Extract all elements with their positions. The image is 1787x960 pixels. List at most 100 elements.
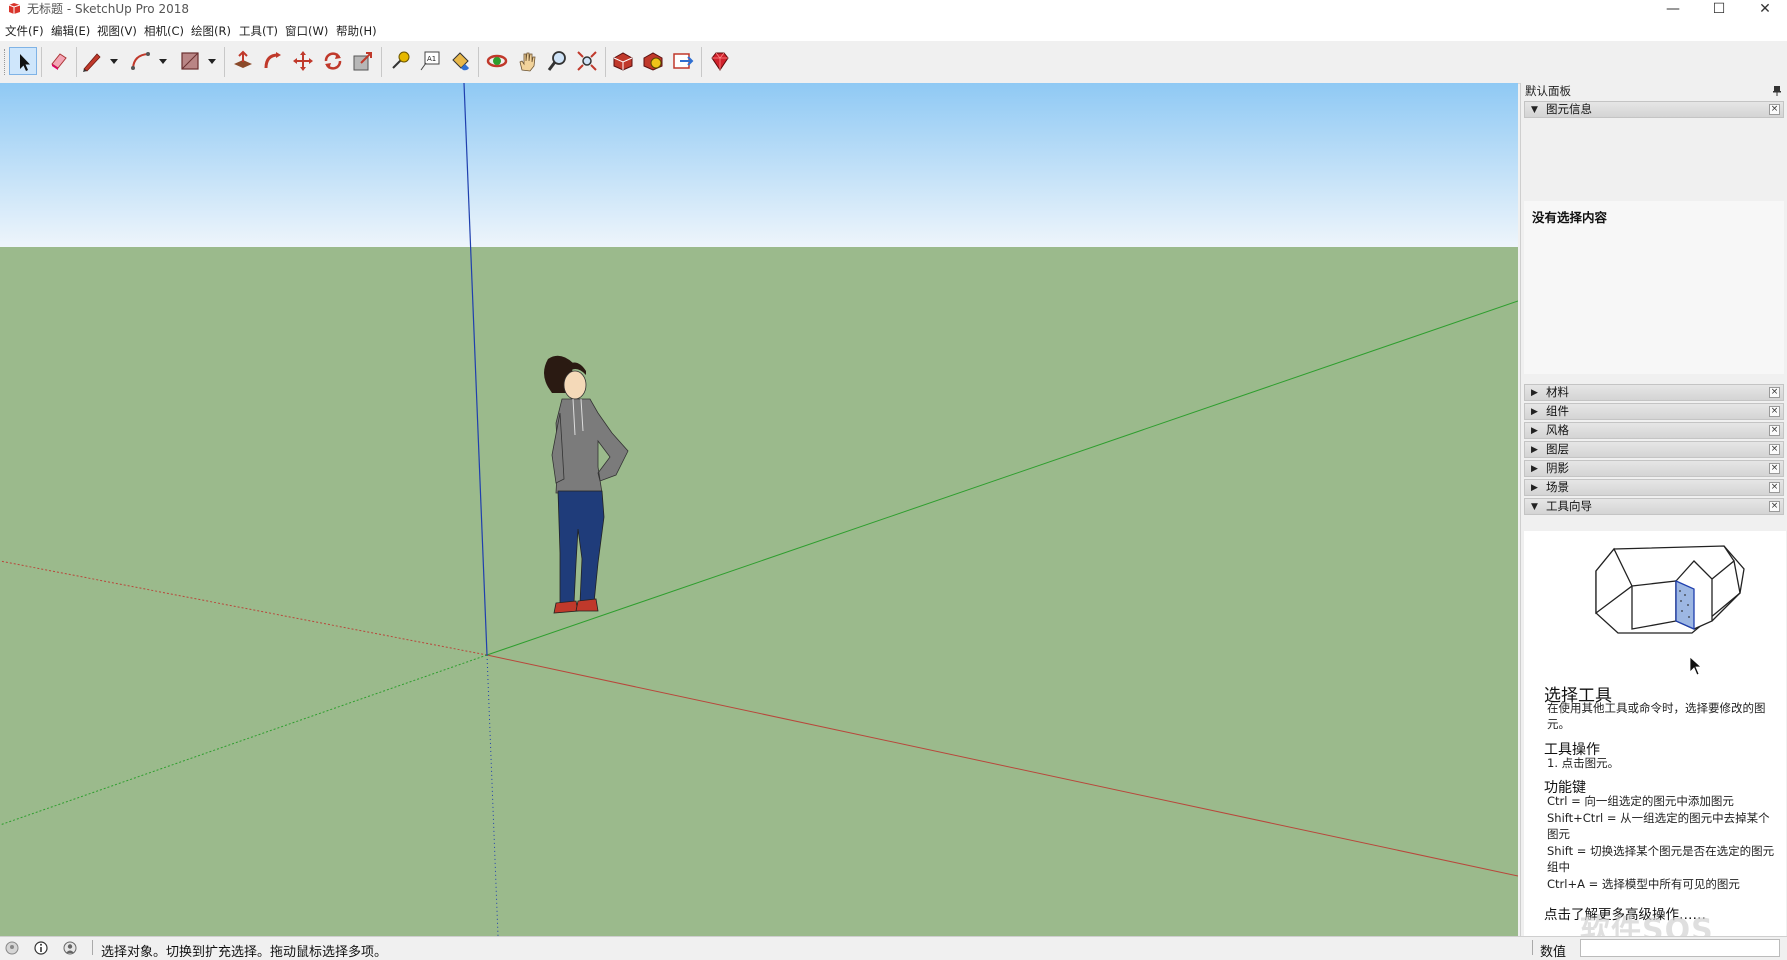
- arc-icon: [131, 52, 150, 70]
- expand-triangle-icon: ▶: [1531, 407, 1538, 417]
- toolbar-separator: [701, 47, 702, 77]
- close-icon[interactable]: ×: [1769, 501, 1780, 512]
- info-icon[interactable]: [34, 941, 48, 955]
- paint-bucket-icon: [452, 52, 469, 71]
- toolbar-separator: [381, 47, 382, 77]
- tape-measure-tool-button[interactable]: [386, 47, 414, 75]
- move-tool-button[interactable]: [289, 47, 317, 75]
- menu-file[interactable]: 文件(F): [5, 24, 44, 39]
- select-tool-button[interactable]: [9, 47, 37, 75]
- section-label: 工具向导: [1546, 499, 1592, 513]
- paint-bucket-tool-button[interactable]: [446, 47, 474, 75]
- section-label: 材料: [1546, 385, 1569, 399]
- rectangle-tool-button[interactable]: [176, 47, 204, 75]
- instructor-operation-step: 1. 点击图元。: [1547, 756, 1620, 770]
- move-arrows-icon: [293, 51, 313, 71]
- arc-tool-button[interactable]: [127, 47, 155, 75]
- entity-info-body: 没有选择内容: [1524, 201, 1784, 374]
- extension-manager-button[interactable]: [706, 47, 734, 75]
- minimize-button[interactable]: —: [1650, 0, 1696, 20]
- orbit-icon: [486, 54, 508, 68]
- ground-plane: [0, 247, 1518, 936]
- menu-tools[interactable]: 工具(T): [239, 24, 278, 39]
- instructor-key-shift: Shift = 切换选择某个图元是否在选定的图元组中: [1547, 844, 1775, 874]
- no-selection-text: 没有选择内容: [1532, 210, 1608, 225]
- send-to-layout-button[interactable]: [669, 47, 697, 75]
- model-viewport[interactable]: [0, 83, 1518, 936]
- follow-me-icon: [264, 52, 281, 69]
- close-window-button[interactable]: ✕: [1742, 0, 1787, 20]
- pan-tool-button[interactable]: [513, 47, 541, 75]
- eraser-icon: [51, 53, 67, 70]
- toolbar-separator: [224, 47, 225, 77]
- eraser-tool-button[interactable]: [45, 47, 73, 75]
- svg-text:A1: A1: [427, 55, 436, 63]
- section-styles-header[interactable]: ▶ 风格 ×: [1524, 422, 1784, 439]
- text-tool-button[interactable]: A1: [416, 47, 444, 75]
- line-dropdown-chevron-icon[interactable]: [109, 56, 119, 66]
- menu-camera[interactable]: 相机(C): [144, 24, 184, 39]
- menu-help[interactable]: 帮助(H): [336, 24, 377, 39]
- scale-tool-button[interactable]: [349, 47, 377, 75]
- extension-warehouse-button[interactable]: [639, 47, 667, 75]
- zoom-tool-button[interactable]: [543, 47, 571, 75]
- geo-location-icon[interactable]: [5, 941, 19, 955]
- rotate-tool-button[interactable]: [319, 47, 347, 75]
- 3d-warehouse-button[interactable]: [609, 47, 637, 75]
- maximize-button[interactable]: ☐: [1696, 0, 1742, 20]
- default-tray: 默认面板 ▼ 图元信息 × 没有选择内容 ▶ 材料 × ▶ 组件 × ▶ 风格 …: [1520, 83, 1787, 936]
- menu-window[interactable]: 窗口(W): [285, 24, 328, 39]
- ruby-gem-icon: [711, 52, 729, 71]
- close-icon[interactable]: ×: [1769, 463, 1780, 474]
- select-tool-illustration: [1595, 545, 1745, 634]
- send-to-layout-icon: [673, 53, 694, 69]
- toolbar-separator: [41, 47, 42, 77]
- orbit-tool-button[interactable]: [483, 47, 511, 75]
- close-icon[interactable]: ×: [1769, 104, 1780, 115]
- section-shadows-header[interactable]: ▶ 阴影 ×: [1524, 460, 1784, 477]
- menu-edit[interactable]: 编辑(E): [51, 24, 90, 39]
- tape-measure-icon: [392, 51, 410, 69]
- tray-title: 默认面板: [1525, 84, 1571, 98]
- measurements-input[interactable]: [1580, 939, 1780, 957]
- section-entity-info-header[interactable]: ▼ 图元信息 ×: [1524, 101, 1784, 118]
- push-pull-tool-button[interactable]: [229, 47, 257, 75]
- expand-triangle-icon: ▶: [1531, 445, 1538, 455]
- section-materials-header[interactable]: ▶ 材料 ×: [1524, 384, 1784, 401]
- arc-dropdown-chevron-icon[interactable]: [158, 56, 168, 66]
- user-account-icon[interactable]: [63, 941, 77, 955]
- section-label: 场景: [1546, 480, 1569, 494]
- expand-triangle-icon: ▶: [1531, 464, 1538, 474]
- close-icon[interactable]: ×: [1769, 444, 1780, 455]
- section-components-header[interactable]: ▶ 组件 ×: [1524, 403, 1784, 420]
- close-icon[interactable]: ×: [1769, 425, 1780, 436]
- section-instructor-header[interactable]: ▼ 工具向导 ×: [1524, 498, 1784, 515]
- close-icon[interactable]: ×: [1769, 387, 1780, 398]
- scale-icon: [353, 52, 372, 71]
- line-tool-button[interactable]: [78, 47, 106, 75]
- pin-icon[interactable]: [1773, 86, 1781, 96]
- zoom-extents-icon: [577, 51, 597, 71]
- section-layers-header[interactable]: ▶ 图层 ×: [1524, 441, 1784, 458]
- close-icon[interactable]: ×: [1769, 406, 1780, 417]
- expand-triangle-icon: ▶: [1531, 388, 1538, 398]
- menu-view[interactable]: 视图(V): [97, 24, 137, 39]
- zoom-magnifier-icon: [547, 51, 566, 71]
- rotate-icon: [324, 52, 342, 70]
- section-scenes-header[interactable]: ▶ 场景 ×: [1524, 479, 1784, 496]
- instructor-description: 在使用其他工具或命令时，选择要修改的图元。: [1547, 701, 1766, 731]
- close-icon[interactable]: ×: [1769, 482, 1780, 493]
- instructor-key-shift-ctrl: Shift+Ctrl = 从一组选定的图元中去掉某个图元: [1547, 811, 1770, 841]
- section-label: 组件: [1546, 404, 1569, 418]
- viewport-canvas[interactable]: [0, 83, 1518, 936]
- collapse-triangle-icon: ▼: [1531, 502, 1538, 512]
- expand-triangle-icon: ▶: [1531, 483, 1538, 493]
- follow-me-tool-button[interactable]: [259, 47, 287, 75]
- push-pull-icon: [234, 50, 252, 68]
- cursor-arrow-icon: [1689, 656, 1703, 676]
- menu-draw[interactable]: 绘图(R): [191, 24, 231, 39]
- shape-dropdown-chevron-icon[interactable]: [207, 56, 217, 66]
- section-label: 风格: [1546, 423, 1569, 437]
- toolbar-grip[interactable]: [4, 49, 8, 75]
- zoom-extents-tool-button[interactable]: [573, 47, 601, 75]
